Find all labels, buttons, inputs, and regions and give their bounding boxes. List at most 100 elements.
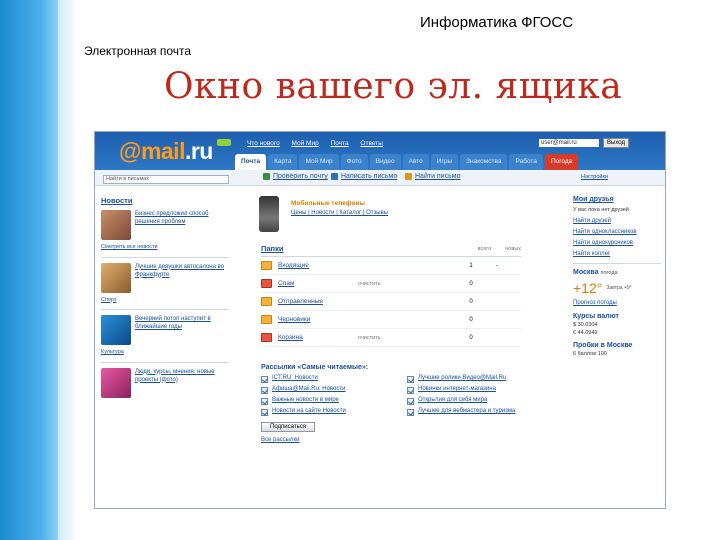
logo-at: @	[119, 138, 141, 164]
settings-link[interactable]: Настройки	[581, 174, 608, 180]
folder-count: 0	[469, 298, 473, 305]
phones-promo: Мобильные телефоны Цены | Новости | Ката…	[259, 196, 499, 236]
tab-my-world[interactable]: Мой Мир	[299, 154, 339, 170]
checkbox-icon[interactable]	[407, 409, 414, 416]
checkbox-icon[interactable]	[261, 376, 268, 383]
checkbox-icon[interactable]	[407, 376, 414, 383]
rates-title[interactable]: Курсы валют	[573, 313, 661, 320]
tab-auto[interactable]: Авто	[402, 154, 429, 170]
top-link[interactable]: Мой Мир	[292, 140, 319, 147]
subscription-label[interactable]: Важные новости в мире	[272, 397, 339, 405]
tab-photo[interactable]: Фото	[340, 154, 368, 170]
promo-title[interactable]: Мобильные телефоны	[291, 200, 365, 207]
news-link[interactable]: Люди, курсы, мнения: новые проекты (фото…	[135, 368, 229, 384]
news-bullet[interactable]: Культура	[101, 349, 229, 357]
friends-title[interactable]: Мои друзья	[573, 196, 661, 203]
subscription-label[interactable]: Лучшее для вебмастера и туризма	[418, 408, 515, 416]
subscriptions-list: ICT.RU: Новости Лучшие ролики Видео@Mail…	[261, 375, 561, 416]
subscription-option[interactable]: Важные новости в мире	[261, 397, 401, 405]
subscription-label[interactable]: ICT.RU: Новости	[272, 375, 318, 383]
check-mail-link[interactable]: Проверить почту	[263, 173, 328, 180]
subscription-label[interactable]: Лучшие ролики Видео@Mail.Ru	[418, 375, 506, 383]
news-item: Лучшие девушки автосалона во Франкфурте	[101, 262, 229, 293]
tab-map[interactable]: Карта	[268, 154, 298, 170]
promo-links[interactable]: Цены | Новости | Каталог | Отзывы	[291, 210, 388, 216]
folder-name[interactable]: Отправленные	[278, 298, 358, 305]
mailbox-screenshot: @mail.ru Что нового Мой Мир Почта Ответы…	[94, 131, 666, 509]
subscription-label[interactable]: Новинки интернет-магазина	[418, 386, 496, 394]
search-icon	[405, 173, 412, 180]
checkbox-icon[interactable]	[261, 398, 268, 405]
folder-name[interactable]: Входящие	[278, 262, 358, 269]
top-link[interactable]: Почта	[331, 140, 349, 147]
news-title[interactable]: Новости	[101, 196, 229, 205]
tab-jobs[interactable]: Работа	[509, 154, 543, 170]
subscription-label[interactable]: Афиша@Mail.Ru: Новости	[272, 386, 346, 394]
news-column: Новости Бизнес предложил способ решения …	[101, 196, 229, 398]
city-name[interactable]: Москва	[573, 269, 599, 276]
news-link[interactable]: Лучшие девушки автосалона во Франкфурте	[135, 263, 229, 279]
folder-row[interactable]: Корзина очистить 0	[261, 329, 521, 347]
folders-title[interactable]: Папки	[261, 244, 283, 253]
find-friends-link[interactable]: Найти друзей	[573, 218, 661, 225]
tab-weather[interactable]: Погода	[544, 154, 579, 170]
checkbox-icon[interactable]	[261, 409, 268, 416]
news-link[interactable]: Бизнес предложил способ решения проблем	[135, 210, 229, 226]
folder-action[interactable]: очистить	[358, 335, 458, 341]
friends-status: У вас пока нет друзей	[573, 207, 629, 213]
tab-dating[interactable]: Знакомства	[460, 154, 508, 170]
subscription-option[interactable]: Лучшее для вебмастера и туризма	[407, 408, 557, 416]
news-link[interactable]: Вечерний потоп наступит в ближайшие годы	[135, 315, 229, 331]
checkbox-icon[interactable]	[407, 387, 414, 394]
top-link[interactable]: Что нового	[247, 140, 280, 147]
folder-name[interactable]: Корзина	[278, 334, 358, 341]
divider	[101, 309, 229, 310]
subscription-option[interactable]: Новинки интернет-магазина	[407, 386, 557, 394]
subscription-option[interactable]: ICT.RU: Новости	[261, 375, 401, 383]
find-letter-link[interactable]: Найти письмо	[405, 173, 460, 180]
subscription-option[interactable]: Открытия для себя мира	[407, 397, 557, 405]
col-new: новых	[505, 246, 521, 252]
subscription-label[interactable]: Новости на сайте Новости	[272, 408, 346, 416]
check-mail-label: Проверить почту	[273, 173, 328, 180]
subscribe-button[interactable]: Подписаться	[261, 422, 315, 432]
folder-row[interactable]: Отправленные 0	[261, 293, 521, 311]
find-classmates-link[interactable]: Найти одноклассников	[573, 229, 661, 236]
login-field[interactable]: user@mail.ru	[539, 139, 599, 147]
subscription-option[interactable]: Новости на сайте Новости	[261, 408, 401, 416]
traffic-title[interactable]: Пробки в Москве	[573, 342, 661, 349]
find-colleagues-link[interactable]: Найти коллег	[573, 251, 661, 258]
search-input[interactable]: Найти в письмах	[103, 175, 229, 184]
folder-unread: -	[496, 262, 498, 269]
tab-video[interactable]: Видео	[369, 154, 401, 170]
find-coursemates-link[interactable]: Найти однокурсников	[573, 240, 661, 247]
mail-logo[interactable]: @mail.ru	[119, 138, 213, 165]
folder-name[interactable]: Спам	[278, 280, 358, 287]
logo-name: mail	[140, 138, 186, 164]
folder-count: 0	[469, 334, 473, 341]
news-bullet[interactable]: Спорт	[101, 297, 229, 305]
subscription-option[interactable]: Лучшие ролики Видео@Mail.Ru	[407, 375, 557, 383]
tab-games[interactable]: Игры	[430, 154, 459, 170]
all-subscriptions-link[interactable]: Все рассылки	[261, 437, 561, 443]
news-photo	[101, 210, 131, 240]
phone-icon	[259, 196, 279, 232]
divider	[573, 263, 661, 264]
checkbox-icon[interactable]	[261, 387, 268, 394]
folder-name[interactable]: Черновики	[278, 316, 358, 323]
news-bullet[interactable]: Смотреть все новости	[101, 244, 229, 252]
subscription-option[interactable]: Афиша@Mail.Ru: Новости	[261, 386, 401, 394]
logout-button[interactable]: Выход	[603, 138, 629, 148]
subscription-label[interactable]: Открытия для себя мира	[418, 397, 487, 405]
weather-forecast: Завтра +9°	[606, 285, 632, 291]
folder-row[interactable]: Спам очистить 0	[261, 275, 521, 293]
tab-mail[interactable]: Почта	[235, 154, 267, 170]
action-bar: Найти в письмах Проверить почту Написать…	[95, 170, 665, 186]
compose-link[interactable]: Написать письмо	[331, 173, 397, 180]
folder-action[interactable]: очистить	[358, 281, 458, 287]
folder-row[interactable]: Черновики 0	[261, 311, 521, 329]
checkbox-icon[interactable]	[407, 398, 414, 405]
forecast-link[interactable]: Прогноз погоды	[573, 300, 661, 307]
top-link[interactable]: Ответы	[360, 140, 382, 147]
folder-row[interactable]: Входящие 1 -	[261, 257, 521, 275]
